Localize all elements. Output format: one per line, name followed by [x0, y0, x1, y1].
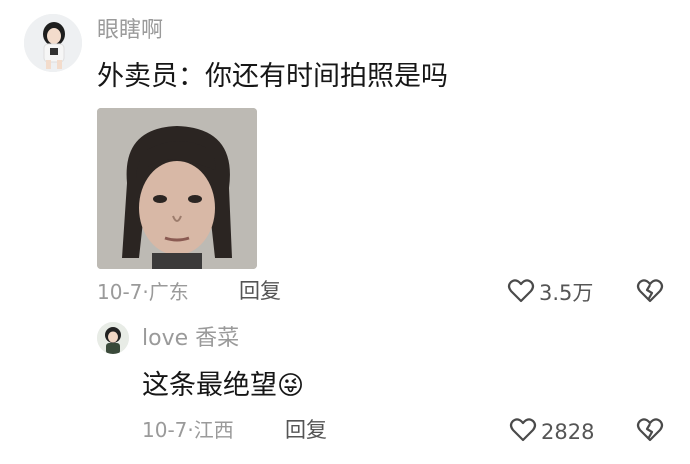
comment-username[interactable]: 眼瞎啊 — [97, 20, 163, 42]
reply-location: 江西 — [193, 418, 234, 442]
winking-tongue-emoji: 😜 — [277, 371, 305, 401]
like-button[interactable]: 3.5万 — [507, 278, 593, 308]
comment-location: 广东 — [148, 280, 189, 304]
comment-text: 外卖员：你还有时间拍照是吗 — [97, 61, 448, 92]
avatar[interactable] — [24, 14, 82, 72]
comment-image[interactable] — [97, 108, 257, 269]
comment-date: 10-7 — [97, 280, 143, 304]
dislike-button[interactable] — [636, 278, 664, 308]
reply-text: 这条最绝望😜 — [142, 372, 304, 399]
reply-username[interactable]: love 香菜 — [142, 328, 239, 350]
broken-heart-icon — [636, 417, 664, 447]
heart-outline-icon — [509, 417, 537, 447]
reply-dislike-button[interactable] — [636, 417, 664, 447]
reply-reply-button[interactable]: 回复 — [285, 420, 327, 441]
reply-meta: 10-7·江西 — [142, 420, 234, 440]
reply-button[interactable]: 回复 — [239, 281, 281, 302]
face-photo — [97, 108, 257, 269]
avatar-image — [24, 14, 82, 72]
reply-avatar[interactable] — [97, 322, 129, 354]
broken-heart-icon — [636, 278, 664, 308]
reply-like-button[interactable]: 2828 — [509, 417, 594, 447]
heart-outline-icon — [507, 278, 535, 308]
reply-like-count: 2828 — [541, 419, 595, 444]
reply-date: 10-7 — [142, 418, 188, 442]
like-count: 3.5万 — [539, 280, 594, 305]
comment-meta: 10-7·广东 — [97, 282, 189, 302]
reply-avatar-image — [97, 322, 129, 354]
reply-text-content: 这条最绝望 — [142, 370, 277, 401]
